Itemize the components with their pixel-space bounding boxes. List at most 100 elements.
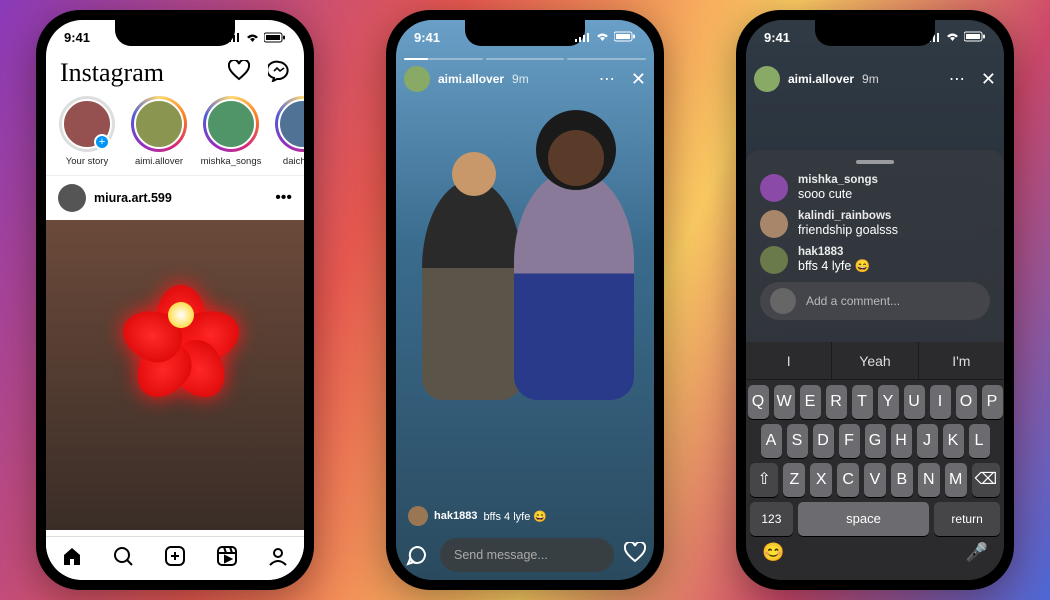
- comment-row[interactable]: mishka_songssooo cute: [760, 174, 990, 202]
- key-v[interactable]: V: [864, 463, 886, 497]
- comment-avatar: [760, 210, 788, 238]
- comment-avatar: [408, 506, 428, 526]
- suggestion[interactable]: Yeah: [832, 342, 918, 379]
- key-f[interactable]: F: [839, 424, 860, 458]
- key-n[interactable]: N: [918, 463, 940, 497]
- story-item[interactable]: mishka_songs: [200, 96, 262, 167]
- story-timestamp: 9m: [862, 72, 879, 86]
- key-y[interactable]: Y: [878, 385, 899, 419]
- keyboard-suggestions: IYeahI'm: [746, 342, 1004, 380]
- key-x[interactable]: X: [810, 463, 832, 497]
- stories-tray[interactable]: +Your storyaimi.allovermishka_songs daich…: [46, 94, 304, 175]
- flower-lamp: [116, 250, 246, 380]
- story-media[interactable]: 9:41 aimi.allover 9m ⋯ ✕: [396, 20, 654, 580]
- sheet-grabber[interactable]: [856, 160, 894, 164]
- instagram-logo[interactable]: Instagram: [60, 58, 164, 88]
- comment-text: sooo cute: [798, 187, 878, 201]
- comment-text: friendship goalsss: [798, 223, 898, 237]
- key-l[interactable]: L: [969, 424, 990, 458]
- story-avatar[interactable]: [404, 66, 430, 92]
- battery-icon: [964, 30, 986, 45]
- key-r[interactable]: R: [826, 385, 847, 419]
- battery-icon: [614, 30, 636, 45]
- status-indicators: [575, 30, 636, 45]
- key-h[interactable]: H: [891, 424, 912, 458]
- comment-avatar: [760, 246, 788, 274]
- key-numbers[interactable]: 123: [750, 502, 793, 536]
- app-header: Instagram: [46, 54, 304, 94]
- tab-profile[interactable]: [267, 545, 289, 572]
- story-username[interactable]: aimi.allover: [788, 72, 854, 86]
- story-footer: Send message...: [404, 538, 646, 572]
- wifi-icon: [595, 30, 610, 45]
- key-mic[interactable]: 🎤: [966, 542, 988, 563]
- key-b[interactable]: B: [891, 463, 913, 497]
- add-comment-input[interactable]: Add a comment...: [760, 282, 990, 320]
- story-avatar[interactable]: [754, 66, 780, 92]
- post-more-icon[interactable]: •••: [275, 189, 292, 207]
- comment-user: hak1883: [434, 510, 477, 522]
- add-story-icon[interactable]: +: [94, 134, 110, 150]
- key-backspace[interactable]: ⌫: [972, 463, 1000, 497]
- notch: [815, 20, 935, 46]
- comment-username: hak1883: [798, 246, 870, 258]
- tab-reels[interactable]: [216, 545, 238, 572]
- story-comment-overlay[interactable]: hak1883 bffs 4 lyfe 😄: [408, 506, 547, 526]
- keyboard[interactable]: IYeahI'm QWERTYUIOP ASDFGHJKL ⇧ZXCVBNM⌫ …: [746, 342, 1004, 580]
- post-image[interactable]: [46, 220, 304, 530]
- comments-sheet[interactable]: mishka_songssooo cute kalindi_rainbowsfri…: [746, 150, 1004, 342]
- key-t[interactable]: T: [852, 385, 873, 419]
- tab-bar: [46, 536, 304, 580]
- key-c[interactable]: C: [837, 463, 859, 497]
- key-z[interactable]: Z: [783, 463, 805, 497]
- key-return[interactable]: return: [934, 502, 1000, 536]
- suggestion[interactable]: I'm: [919, 342, 1004, 379]
- tab-create[interactable]: [164, 545, 186, 572]
- comment-row[interactable]: kalindi_rainbowsfriendship goalsss: [760, 210, 990, 238]
- suggestion[interactable]: I: [746, 342, 832, 379]
- key-g[interactable]: G: [865, 424, 886, 458]
- key-m[interactable]: M: [945, 463, 967, 497]
- activity-icon[interactable]: [228, 60, 250, 87]
- screen-feed: 9:41 Instagram +Your storyaimi.allovermi…: [46, 20, 304, 580]
- key-j[interactable]: J: [917, 424, 938, 458]
- key-shift[interactable]: ⇧: [750, 463, 778, 497]
- status-bar: 9:41: [46, 20, 304, 54]
- key-a[interactable]: A: [761, 424, 782, 458]
- story-item[interactable]: aimi.allover: [128, 96, 190, 167]
- close-icon[interactable]: ✕: [631, 69, 646, 90]
- comment-row[interactable]: hak1883bffs 4 lyfe 😄: [760, 246, 990, 274]
- tab-home[interactable]: [61, 545, 83, 572]
- my-avatar: [770, 288, 796, 314]
- send-message-input[interactable]: Send message...: [440, 538, 614, 572]
- story-progress: [404, 58, 646, 60]
- key-o[interactable]: O: [956, 385, 977, 419]
- key-u[interactable]: U: [904, 385, 925, 419]
- messenger-icon[interactable]: [268, 60, 290, 87]
- key-s[interactable]: S: [787, 424, 808, 458]
- post-avatar[interactable]: [58, 184, 86, 212]
- key-e[interactable]: E: [800, 385, 821, 419]
- comment-text: bffs 4 lyfe 😄: [483, 510, 547, 523]
- key-space[interactable]: space: [798, 502, 930, 536]
- comment-avatar: [760, 174, 788, 202]
- key-p[interactable]: P: [982, 385, 1003, 419]
- story-username[interactable]: aimi.allover: [438, 72, 504, 86]
- key-emoji[interactable]: 😊: [762, 542, 784, 563]
- status-time: 9:41: [414, 30, 440, 45]
- tab-search[interactable]: [112, 545, 134, 572]
- key-w[interactable]: W: [774, 385, 795, 419]
- close-icon[interactable]: ✕: [981, 69, 996, 90]
- story-item[interactable]: daichiguy: [272, 96, 304, 167]
- comment-icon[interactable]: [404, 542, 430, 568]
- key-i[interactable]: I: [930, 385, 951, 419]
- post-username[interactable]: miura.art.599: [94, 191, 267, 205]
- story-more-icon[interactable]: ⋯: [599, 69, 615, 89]
- key-k[interactable]: K: [943, 424, 964, 458]
- key-q[interactable]: Q: [748, 385, 769, 419]
- key-d[interactable]: D: [813, 424, 834, 458]
- screen-story: 9:41 aimi.allover 9m ⋯ ✕: [396, 20, 654, 580]
- story-item[interactable]: +Your story: [56, 96, 118, 167]
- like-icon[interactable]: [624, 542, 646, 569]
- story-more-icon[interactable]: ⋯: [949, 69, 965, 89]
